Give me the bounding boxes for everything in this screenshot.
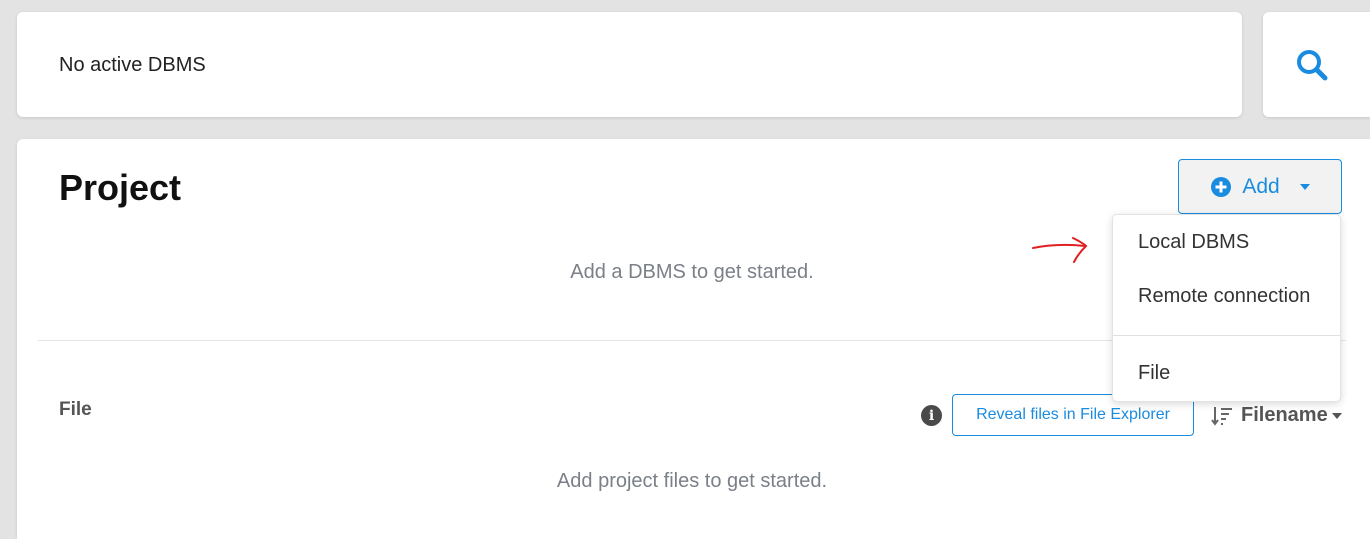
files-section-title: File	[59, 399, 92, 420]
empty-files-message: Add project files to get started.	[556, 470, 828, 492]
add-button[interactable]: Add	[1178, 159, 1342, 214]
search-button[interactable]	[1263, 12, 1370, 117]
sort-dropdown[interactable]: Filename	[1211, 404, 1342, 427]
add-button-label: Add	[1242, 174, 1280, 198]
menu-divider	[1113, 335, 1340, 336]
sort-descending-icon	[1211, 406, 1232, 426]
active-dbms-bar: No active DBMS	[17, 12, 1242, 117]
info-icon[interactable]: i	[921, 405, 942, 426]
chevron-down-icon	[1331, 412, 1342, 419]
search-icon	[1296, 49, 1327, 80]
active-dbms-status: No active DBMS	[59, 54, 206, 76]
chevron-down-icon	[1299, 183, 1310, 190]
menu-item-remote-connection[interactable]: Remote connection	[1138, 285, 1310, 308]
add-dropdown-menu: Local DBMS Remote connection File	[1112, 214, 1341, 402]
menu-item-local-dbms[interactable]: Local DBMS	[1138, 231, 1249, 254]
red-arrow-annotation	[1032, 237, 1088, 263]
menu-item-file[interactable]: File	[1138, 362, 1170, 385]
plus-circle-icon	[1211, 176, 1232, 197]
page-title: Project	[59, 167, 182, 208]
sort-dropdown-label: Filename	[1241, 404, 1328, 426]
